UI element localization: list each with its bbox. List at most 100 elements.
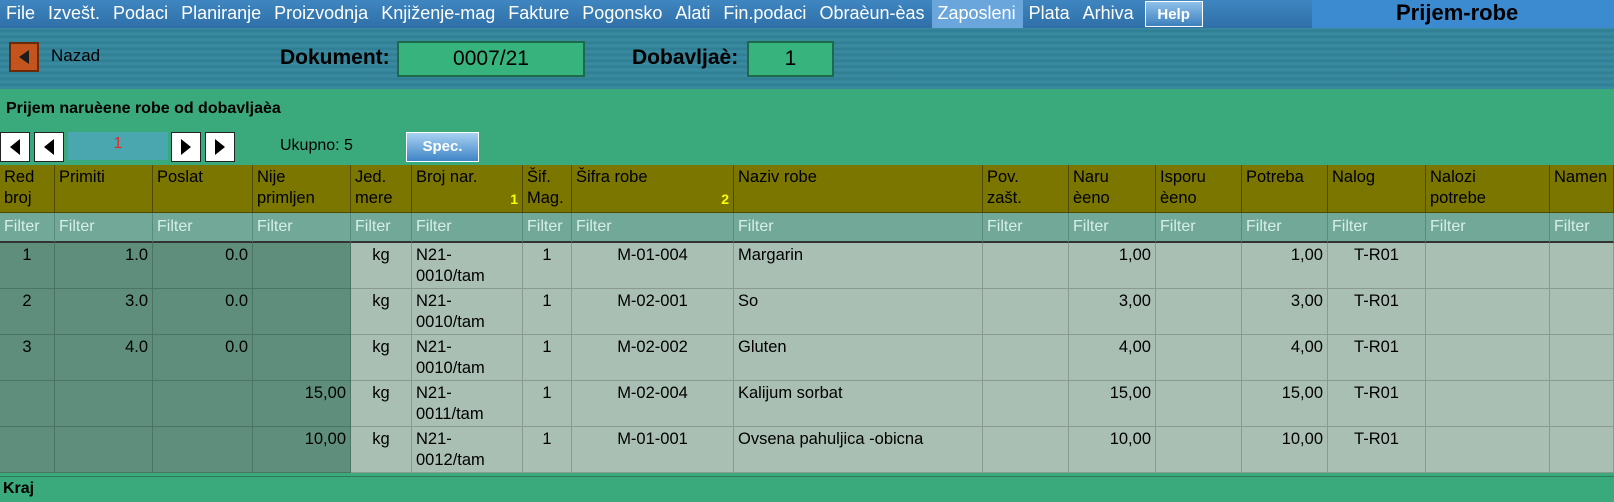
table-cell <box>1426 335 1550 381</box>
menu-item-pogonsko[interactable]: Pogonsko <box>576 0 669 28</box>
table-row[interactable]: 15,00 kg N21-0011/tam 1 M-02-004 Kalijum sorb… <box>0 381 1614 427</box>
column-header[interactable]: Šif. Mag. <box>523 165 572 213</box>
column-header-label: Nalog <box>1332 168 1376 186</box>
filter-input[interactable]: Filter <box>1156 213 1242 243</box>
column-header[interactable]: Pov. zašt. <box>983 165 1069 213</box>
table-cell <box>1156 289 1242 335</box>
column-header[interactable]: Naziv robe <box>734 165 983 213</box>
column-header[interactable]: Nije primljen <box>253 165 351 213</box>
column-header[interactable]: Nalozi potrebe <box>1426 165 1550 213</box>
column-header[interactable]: Poslat <box>153 165 253 213</box>
table-row[interactable]: 10,00 kg N21-0012/tam 1 M-01-001 Ovsena pahul… <box>0 427 1614 473</box>
filter-input[interactable]: Filter <box>1328 213 1426 243</box>
table-cell: M-02-002 <box>572 335 734 381</box>
page-number-field[interactable]: 1 <box>68 132 168 160</box>
column-header[interactable]: Isporu èeno <box>1156 165 1242 213</box>
menu-item-podaci[interactable]: Podaci <box>107 0 175 28</box>
filter-input[interactable]: Filter <box>523 213 572 243</box>
table-cell[interactable]: 3 <box>0 335 55 381</box>
filter-input[interactable]: Filter <box>0 213 55 243</box>
prev-page-button[interactable] <box>34 132 64 162</box>
supplier-field[interactable]: 1 <box>747 41 834 77</box>
table-cell[interactable]: 4.0 <box>55 335 153 381</box>
table-cell: kg <box>351 289 412 335</box>
table-cell[interactable]: 0.0 <box>153 243 253 289</box>
menu-item-proizvodnja[interactable]: Proizvodnja <box>268 0 375 28</box>
column-header[interactable]: Primiti <box>55 165 153 213</box>
filter-input[interactable]: Filter <box>1550 213 1614 243</box>
supplier-label: Dobavljaè: <box>632 46 739 69</box>
table-cell[interactable] <box>253 335 351 381</box>
back-button[interactable] <box>9 42 39 72</box>
menu-item-plata[interactable]: Plata <box>1023 0 1077 28</box>
column-header[interactable]: Namen <box>1550 165 1614 213</box>
menu-item-arhiva[interactable]: Arhiva <box>1077 0 1141 28</box>
table-cell[interactable] <box>253 243 351 289</box>
table-cell <box>1156 427 1242 473</box>
table-cell: kg <box>351 243 412 289</box>
table-cell[interactable]: 3.0 <box>55 289 153 335</box>
filter-input[interactable]: Filter <box>1426 213 1550 243</box>
filter-input[interactable]: Filter <box>734 213 983 243</box>
menu-item-izvešt[interactable]: Izvešt. <box>42 0 107 28</box>
sort-order-marker: 2 <box>721 191 729 207</box>
document-number-field[interactable]: 0007/21 <box>397 41 585 77</box>
column-header[interactable]: Jed. mere <box>351 165 412 213</box>
column-header-sublabel: zašt. <box>987 189 1022 207</box>
table-cell: kg <box>351 381 412 427</box>
filter-input[interactable]: Filter <box>351 213 412 243</box>
table-cell[interactable] <box>253 289 351 335</box>
table-cell: 1 <box>523 381 572 427</box>
table-cell[interactable]: 15,00 <box>253 381 351 427</box>
filter-input[interactable]: Filter <box>412 213 523 243</box>
column-header[interactable]: Broj nar. 1 <box>412 165 523 213</box>
table-cell[interactable]: 1 <box>0 243 55 289</box>
table-cell[interactable] <box>0 427 55 473</box>
menu-item-knjiženje-mag[interactable]: Knjiženje-mag <box>375 0 502 28</box>
spec-button[interactable]: Spec. <box>406 132 479 162</box>
table-row[interactable]: 1 1.0 0.0 kg N21-0010/tam 1 M-01-004 Margarin 1,… <box>0 243 1614 289</box>
table-cell: 1,00 <box>1069 243 1156 289</box>
filter-input[interactable]: Filter <box>572 213 734 243</box>
table-cell: 1 <box>523 427 572 473</box>
filter-input[interactable]: Filter <box>253 213 351 243</box>
filter-input[interactable]: Filter <box>983 213 1069 243</box>
first-page-button[interactable] <box>0 132 30 162</box>
table-cell <box>983 335 1069 381</box>
column-header[interactable]: Šifra robe 2 <box>572 165 734 213</box>
menu-item-fin-podaci[interactable]: Fin.podaci <box>717 0 813 28</box>
filter-input[interactable]: Filter <box>55 213 153 243</box>
filter-input[interactable]: Filter <box>1069 213 1156 243</box>
column-header[interactable]: Naru èeno <box>1069 165 1156 213</box>
menu-item-zaposleni[interactable]: Zaposleni <box>931 0 1023 28</box>
table-cell: T-R01 <box>1328 243 1426 289</box>
table-cell[interactable]: 0.0 <box>153 289 253 335</box>
menu-item-file[interactable]: File <box>0 0 42 28</box>
table-cell[interactable] <box>153 381 253 427</box>
column-header[interactable]: Nalog <box>1328 165 1426 213</box>
table-cell[interactable]: 10,00 <box>253 427 351 473</box>
table-cell[interactable] <box>153 427 253 473</box>
table-cell[interactable] <box>55 381 153 427</box>
table-cell[interactable]: 0.0 <box>153 335 253 381</box>
table-cell[interactable]: 1.0 <box>55 243 153 289</box>
table-cell[interactable]: 2 <box>0 289 55 335</box>
column-header[interactable]: Red broj <box>0 165 55 213</box>
table-cell[interactable] <box>0 381 55 427</box>
table-cell <box>1550 289 1614 335</box>
menu-item-fakture[interactable]: Fakture <box>502 0 576 28</box>
menu-item-planiranje[interactable]: Planiranje <box>175 0 268 28</box>
menu-bar: File Izvešt. Podaci Planiranje Proizvodnja Kn… <box>0 0 1614 28</box>
column-header-label: Primiti <box>59 168 105 186</box>
table-row[interactable]: 3 4.0 0.0 kg N21-0010/tam 1 M-02-002 Gluten 4,00… <box>0 335 1614 381</box>
menu-item-obraèun-èas[interactable]: Obraèun-èas <box>813 0 931 28</box>
menu-item-alati[interactable]: Alati <box>669 0 717 28</box>
filter-input[interactable]: Filter <box>1242 213 1328 243</box>
column-header[interactable]: Potreba <box>1242 165 1328 213</box>
table-row[interactable]: 2 3.0 0.0 kg N21-0010/tam 1 M-02-001 So 3,00 3,00… <box>0 289 1614 335</box>
help-button[interactable]: Help <box>1144 1 1203 27</box>
last-page-button[interactable] <box>205 132 235 162</box>
table-cell[interactable] <box>55 427 153 473</box>
next-page-button[interactable] <box>171 132 201 162</box>
filter-input[interactable]: Filter <box>153 213 253 243</box>
